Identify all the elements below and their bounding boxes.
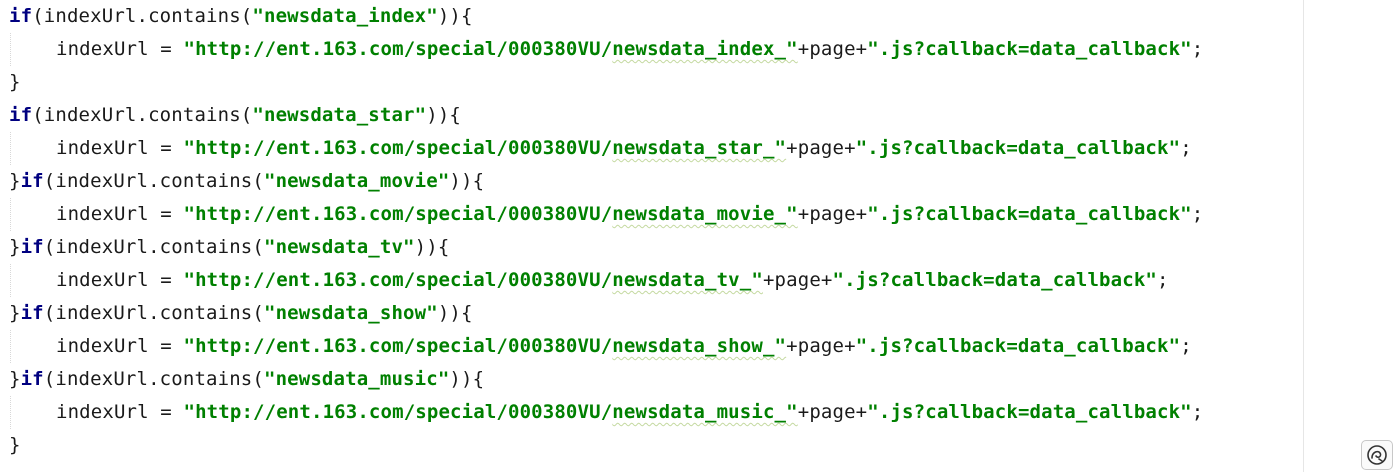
concat-page: +page+	[797, 38, 868, 60]
semicolon: ;	[1157, 269, 1169, 291]
semicolon: ;	[1191, 203, 1204, 225]
code-line-assign-tv[interactable]: indexUrl = "http://ent.163.com/special/0…	[9, 264, 1169, 297]
string-literal: "newsdata_index"	[252, 5, 438, 27]
code-line-if-tv[interactable]: }if(indexUrl.contains("newsdata_tv")){	[9, 231, 449, 264]
code-line-if-movie[interactable]: }if(indexUrl.contains("newsdata_movie"))…	[9, 165, 484, 198]
close-brace: }	[9, 170, 21, 192]
method-call: .contains(	[148, 302, 264, 324]
paren-brace: )){	[437, 5, 473, 27]
semicolon: ;	[1180, 137, 1192, 159]
assign-op: =	[148, 137, 184, 159]
code-line-assign-show[interactable]: indexUrl = "http://ent.163.com/special/0…	[9, 330, 1192, 363]
keyword-if: if	[20, 302, 44, 324]
code-line-assign-movie[interactable]: indexUrl = "http://ent.163.com/special/0…	[9, 198, 1203, 231]
paren-brace: )){	[449, 368, 485, 390]
url-path: newsdata_movie_"	[612, 203, 798, 225]
code-editor[interactable]: if(indexUrl.contains("newsdata_index")){…	[0, 0, 1304, 472]
url-prefix: "http://ent.163.com/special/000380VU/	[183, 401, 613, 423]
url-path: newsdata_index_"	[612, 38, 798, 60]
concat-page: +page+	[762, 269, 833, 291]
url-suffix: ".js?callback=data_callback"	[855, 335, 1181, 357]
semicolon: ;	[1180, 335, 1192, 357]
method-call: .contains(	[136, 5, 253, 27]
identifier: indexUrl	[56, 269, 149, 291]
assistant-icon[interactable]	[1361, 440, 1393, 470]
close-brace: }	[9, 71, 21, 93]
identifier: indexUrl	[56, 203, 149, 225]
close-brace: }	[9, 302, 21, 324]
method-call: .contains(	[148, 236, 264, 258]
paren-brace: )){	[437, 302, 473, 324]
code-line-if-index[interactable]: if(indexUrl.contains("newsdata_index")){	[9, 0, 473, 33]
assign-op: =	[148, 401, 184, 423]
url-suffix: ".js?callback=data_callback"	[867, 401, 1192, 423]
url-suffix: ".js?callback=data_callback"	[867, 203, 1192, 225]
keyword-if: if	[9, 5, 33, 27]
concat-page: +page+	[786, 335, 856, 357]
identifier: indexUrl	[43, 5, 137, 27]
code-line-if-star[interactable]: if(indexUrl.contains("newsdata_star")){	[9, 99, 461, 132]
string-literal: "newsdata_show"	[263, 302, 438, 324]
keyword-if: if	[20, 170, 44, 192]
identifier: indexUrl	[56, 137, 149, 159]
code-line-assign-index[interactable]: indexUrl = "http://ent.163.com/special/0…	[9, 33, 1203, 66]
paren-brace: )){	[449, 170, 485, 192]
url-suffix: ".js?callback=data_callback"	[855, 137, 1181, 159]
url-prefix: "http://ent.163.com/special/000380VU/	[183, 137, 613, 159]
paren-brace: )){	[414, 236, 450, 258]
keyword-if: if	[20, 368, 44, 390]
code-line-close-final[interactable]: }	[9, 429, 21, 462]
url-path: newsdata_music_"	[612, 401, 798, 423]
swirl-icon	[1367, 445, 1387, 465]
identifier: indexUrl	[43, 104, 137, 126]
identifier: indexUrl	[56, 335, 149, 357]
url-suffix: ".js?callback=data_callback"	[832, 269, 1158, 291]
string-literal: "newsdata_music"	[263, 368, 450, 390]
url-suffix: ".js?callback=data_callback"	[867, 38, 1192, 60]
keyword-if: if	[9, 104, 33, 126]
code-line-close[interactable]: }	[9, 66, 21, 99]
assign-op: =	[148, 269, 184, 291]
close-brace: }	[9, 434, 21, 456]
paren-brace: )){	[426, 104, 462, 126]
code-line-if-show[interactable]: }if(indexUrl.contains("newsdata_show")){	[9, 297, 473, 330]
identifier: indexUrl	[55, 236, 149, 258]
method-call: .contains(	[136, 104, 253, 126]
method-call: .contains(	[148, 170, 264, 192]
url-path: newsdata_show_"	[612, 335, 787, 357]
identifier: indexUrl	[56, 38, 149, 60]
url-path: newsdata_tv_"	[612, 269, 763, 291]
identifier: indexUrl	[56, 401, 149, 423]
keyword-if: if	[20, 236, 44, 258]
close-brace: }	[9, 368, 21, 390]
code-line-assign-music[interactable]: indexUrl = "http://ent.163.com/special/0…	[9, 396, 1203, 429]
string-literal: "newsdata_star"	[252, 104, 427, 126]
string-literal: "newsdata_movie"	[263, 170, 450, 192]
code-line-if-music[interactable]: }if(indexUrl.contains("newsdata_music"))…	[9, 363, 484, 396]
identifier: indexUrl	[55, 302, 149, 324]
string-literal: "newsdata_tv"	[263, 236, 415, 258]
code-line-assign-star[interactable]: indexUrl = "http://ent.163.com/special/0…	[9, 132, 1192, 165]
url-prefix: "http://ent.163.com/special/000380VU/	[183, 38, 613, 60]
url-path: newsdata_star_"	[612, 137, 787, 159]
concat-page: +page+	[797, 203, 868, 225]
right-margin-guide	[1303, 0, 1304, 472]
url-prefix: "http://ent.163.com/special/000380VU/	[183, 269, 613, 291]
concat-page: +page+	[786, 137, 856, 159]
assign-op: =	[148, 38, 184, 60]
close-brace: }	[9, 236, 21, 258]
semicolon: ;	[1191, 38, 1204, 60]
assign-op: =	[148, 203, 184, 225]
assign-op: =	[148, 335, 184, 357]
method-call: .contains(	[148, 368, 264, 390]
semicolon: ;	[1191, 401, 1204, 423]
url-prefix: "http://ent.163.com/special/000380VU/	[183, 335, 613, 357]
url-prefix: "http://ent.163.com/special/000380VU/	[183, 203, 613, 225]
concat-page: +page+	[797, 401, 868, 423]
identifier: indexUrl	[55, 170, 149, 192]
identifier: indexUrl	[55, 368, 149, 390]
